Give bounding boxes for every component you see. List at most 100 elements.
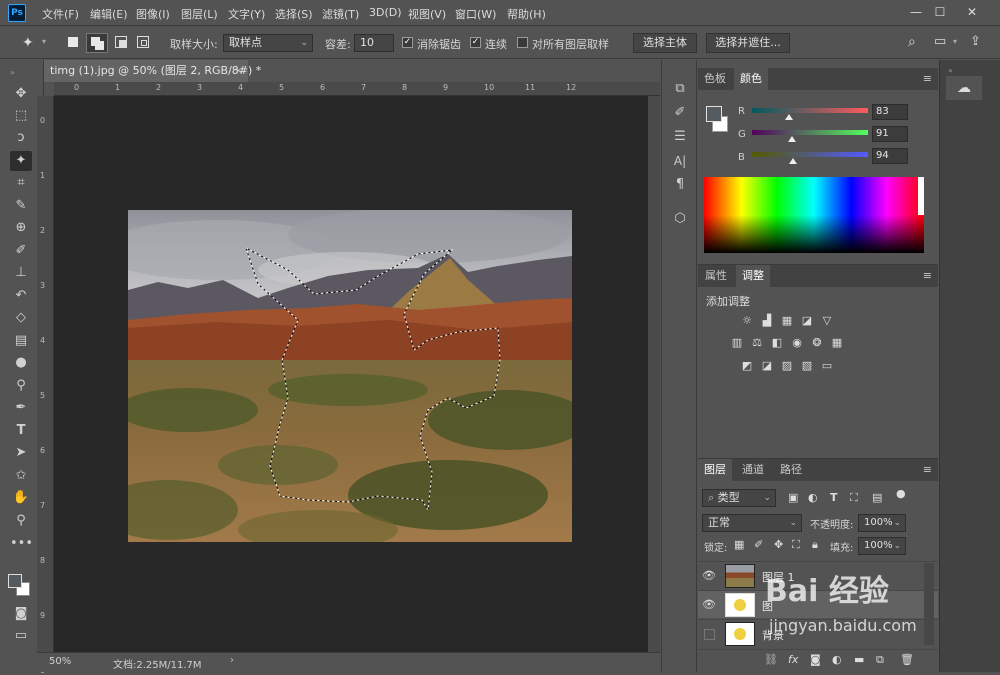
red-slider[interactable] xyxy=(752,108,868,113)
levels-icon[interactable]: ▟ xyxy=(760,315,774,327)
blur-tool-icon[interactable]: ● xyxy=(10,353,32,373)
magic-wand-icon[interactable]: ✦ xyxy=(22,35,34,51)
adjustment-filter-icon[interactable]: ◐ xyxy=(808,491,818,504)
posterize-icon[interactable]: ◪ xyxy=(760,360,774,372)
vertical-scrollbar[interactable] xyxy=(648,96,660,652)
layer-row[interactable]: 👁︎ 图 xyxy=(698,590,938,618)
chevron-down-icon[interactable]: ▾ xyxy=(42,37,46,46)
menu-type[interactable]: 文字(Y) xyxy=(228,6,265,22)
menu-edit[interactable]: 编辑(E) xyxy=(90,6,128,22)
filter-toggle-icon[interactable]: ● xyxy=(896,487,906,500)
panel-menu-icon[interactable]: ≡ xyxy=(923,463,932,476)
foreground-color-chip[interactable] xyxy=(706,106,722,122)
close-window-button[interactable]: ✕ xyxy=(962,3,982,21)
sliders-icon[interactable]: ☰ xyxy=(670,128,690,146)
zoom-tool-icon[interactable]: ⚲ xyxy=(10,511,32,531)
paragraph-panel-icon[interactable]: ¶ xyxy=(670,176,690,194)
green-slider-thumb[interactable] xyxy=(788,136,796,142)
history-panel-icon[interactable]: ⧉ xyxy=(670,80,690,98)
workspace-icon[interactable]: ▭ xyxy=(934,34,946,49)
eye-icon[interactable]: 👁︎ xyxy=(702,598,716,612)
color-lookup-icon[interactable]: ▦ xyxy=(830,337,844,349)
collapse-icon[interactable]: » xyxy=(10,68,15,77)
close-icon[interactable]: × xyxy=(234,60,243,82)
add-selection-button[interactable] xyxy=(86,33,108,53)
healing-brush-icon[interactable]: ⊕ xyxy=(10,218,32,238)
chevron-right-icon[interactable]: › xyxy=(230,655,234,666)
contiguous-checkbox[interactable]: ✓ xyxy=(470,37,481,48)
menu-select[interactable]: 选择(S) xyxy=(275,6,313,22)
link-layers-icon[interactable]: ⛓ xyxy=(764,653,778,666)
hue-saturation-icon[interactable]: ▥ xyxy=(730,337,744,349)
chevron-down-icon[interactable]: ▾ xyxy=(953,37,957,46)
intersect-selection-icon[interactable] xyxy=(137,36,149,48)
select-subject-button[interactable]: 选择主体 xyxy=(633,33,697,53)
panel-menu-icon[interactable]: ≡ xyxy=(923,72,932,85)
selective-color-icon[interactable]: ▧ xyxy=(800,360,814,372)
layer-row[interactable]: 背景 xyxy=(698,619,938,647)
fx-icon[interactable]: fx xyxy=(788,653,798,666)
shape-filter-icon[interactable]: ⛶ xyxy=(850,491,858,505)
invert-icon[interactable]: ◩ xyxy=(740,360,754,372)
lock-artboard-icon[interactable]: ⛶ xyxy=(792,538,800,552)
white-ramp[interactable] xyxy=(918,177,924,215)
character-panel-icon[interactable]: A| xyxy=(670,152,690,170)
sample-size-dropdown[interactable]: 取样点 ⌄ xyxy=(223,34,313,52)
lock-transparency-icon[interactable]: ▦ xyxy=(734,538,744,551)
more-tools-icon[interactable]: ••• xyxy=(10,534,33,554)
panel-menu-icon[interactable]: ≡ xyxy=(923,269,932,282)
quick-mask-icon[interactable]: ◙ xyxy=(10,604,32,624)
tab-swatches[interactable]: 色板 xyxy=(698,68,732,90)
layer-name[interactable]: 背景 xyxy=(762,627,784,643)
brightness-contrast-icon[interactable]: ☼ xyxy=(740,315,754,327)
brush-tool-icon[interactable]: ✐ xyxy=(10,241,32,261)
new-layer-icon[interactable]: ⧉ xyxy=(876,653,884,667)
menu-3d[interactable]: 3D(D) xyxy=(369,6,402,19)
tab-paths[interactable]: 路径 xyxy=(774,459,808,481)
fill-input[interactable]: 100% ⌄ xyxy=(858,537,906,555)
tab-layers[interactable]: 图层 xyxy=(698,459,732,481)
menu-view[interactable]: 视图(V) xyxy=(408,6,446,22)
subtract-selection-icon[interactable] xyxy=(115,36,127,48)
new-selection-icon[interactable] xyxy=(68,37,78,47)
move-tool-icon[interactable]: ✥ xyxy=(10,84,32,104)
minimize-button[interactable]: — xyxy=(906,3,926,21)
select-and-mask-button[interactable]: 选择并遮住... xyxy=(706,33,790,53)
creative-cloud-icon[interactable]: ☁ xyxy=(946,76,982,100)
visibility-toggle[interactable] xyxy=(704,629,715,640)
tab-adjustments[interactable]: 调整 xyxy=(736,265,770,287)
eraser-tool-icon[interactable]: ◇ xyxy=(10,308,32,328)
color-balance-icon[interactable]: ⚖ xyxy=(750,337,764,349)
clone-stamp-icon[interactable]: ⊥ xyxy=(10,263,32,283)
opacity-input[interactable]: 100% ⌄ xyxy=(858,514,906,532)
blend-mode-dropdown[interactable]: 正常 ⌄ xyxy=(702,514,802,532)
tab-color[interactable]: 颜色 xyxy=(734,68,768,90)
magic-wand-tool-icon[interactable]: ✦ xyxy=(10,151,32,171)
3d-cube-icon[interactable]: ⬡ xyxy=(670,210,690,228)
antialias-checkbox[interactable]: ✓ xyxy=(402,37,413,48)
tab-channels[interactable]: 通道 xyxy=(736,459,770,481)
shape-tool-icon[interactable]: ✩ xyxy=(10,466,32,486)
exposure-icon[interactable]: ◪ xyxy=(800,315,814,327)
blue-slider-thumb[interactable] xyxy=(789,158,797,164)
menu-file[interactable]: 文件(F) xyxy=(42,6,79,22)
lasso-tool-icon[interactable]: ↄ xyxy=(10,128,32,148)
color-spectrum[interactable] xyxy=(704,177,924,253)
type-tool-icon[interactable]: T xyxy=(10,421,32,441)
layer-name[interactable]: 图层 1 xyxy=(762,569,795,585)
share-icon[interactable]: ⇪ xyxy=(970,34,981,49)
all-layers-checkbox[interactable] xyxy=(517,37,528,48)
menu-filter[interactable]: 滤镜(T) xyxy=(322,6,359,22)
red-slider-thumb[interactable] xyxy=(785,114,793,120)
zoom-level[interactable]: 50% xyxy=(49,656,71,667)
new-adjustment-icon[interactable]: ◐ xyxy=(832,653,842,666)
path-selection-icon[interactable]: ➤ xyxy=(10,443,32,463)
maximize-button[interactable]: ☐ xyxy=(930,3,950,21)
gradient-tool-icon[interactable]: ▤ xyxy=(10,331,32,351)
channel-mixer-icon[interactable]: ❂ xyxy=(810,337,824,349)
curves-icon[interactable]: ▦ xyxy=(780,315,794,327)
crop-tool-icon[interactable]: ⌗ xyxy=(10,173,32,193)
menu-help[interactable]: 帮助(H) xyxy=(507,6,546,22)
history-brush-icon[interactable]: ↶ xyxy=(10,286,32,306)
dodge-tool-icon[interactable]: ⚲ xyxy=(10,376,32,396)
